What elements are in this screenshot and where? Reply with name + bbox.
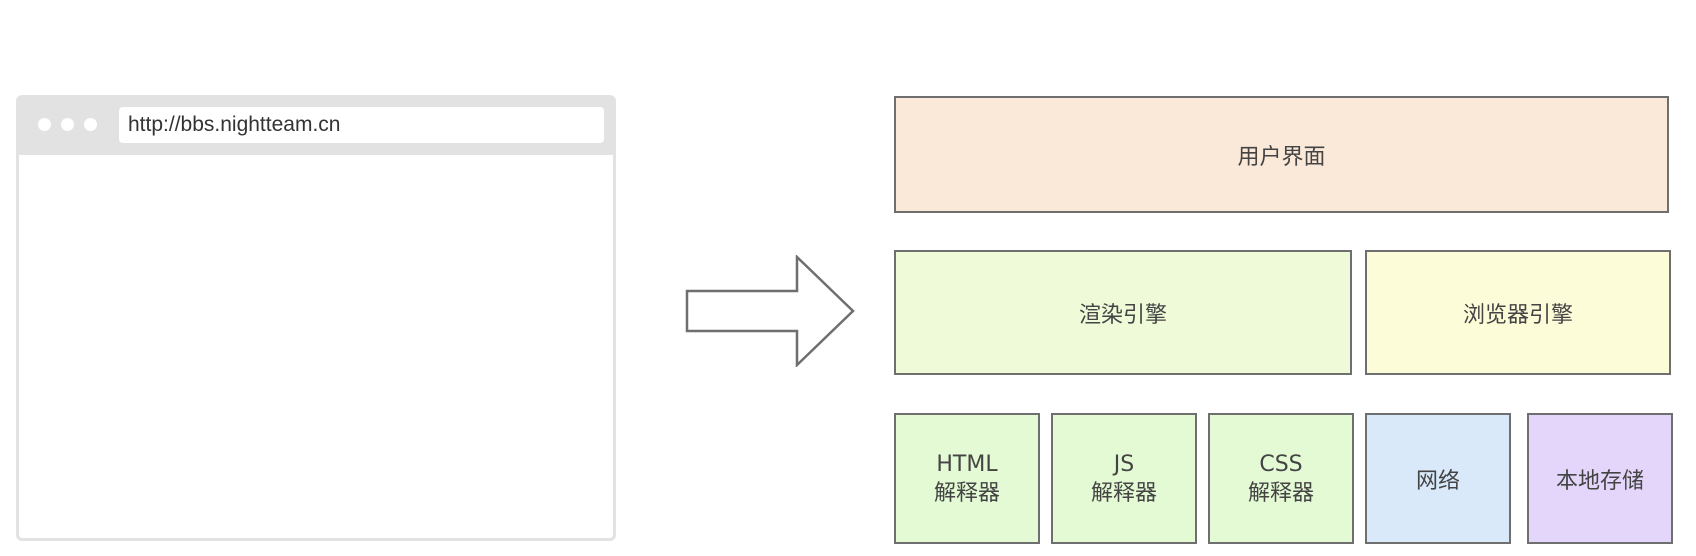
css-interpreter-title: CSS <box>1259 451 1303 477</box>
window-dot-icon <box>61 118 74 131</box>
html-interpreter-box: HTML 解释器 <box>894 413 1040 544</box>
address-bar[interactable]: http://bbs.nightteam.cn <box>119 107 604 143</box>
css-interpreter-subtitle: 解释器 <box>1247 480 1314 506</box>
local-storage-box: 本地存储 <box>1527 413 1673 544</box>
browser-viewport <box>19 155 613 538</box>
window-dot-icon <box>38 118 51 131</box>
rendering-engine-box: 渲染引擎 <box>894 250 1352 375</box>
js-interpreter-subtitle: 解释器 <box>1090 480 1157 506</box>
ui-layer-box: 用户界面 <box>894 96 1669 213</box>
window-dot-icon <box>84 118 97 131</box>
html-interpreter-title: HTML <box>936 451 998 477</box>
ui-layer-label: 用户界面 <box>1237 144 1326 170</box>
css-interpreter-box: CSS 解释器 <box>1208 413 1354 544</box>
js-interpreter-box: JS 解释器 <box>1051 413 1197 544</box>
browser-toolbar: http://bbs.nightteam.cn <box>19 98 613 155</box>
browser-engine-label: 浏览器引擎 <box>1462 302 1573 328</box>
network-label: 网络 <box>1415 468 1460 494</box>
local-storage-label: 本地存储 <box>1555 468 1644 494</box>
browser-engine-box: 浏览器引擎 <box>1365 250 1671 375</box>
html-interpreter-subtitle: 解释器 <box>933 480 1000 506</box>
browser-window: http://bbs.nightteam.cn <box>16 95 616 541</box>
js-interpreter-title: JS <box>1113 451 1135 477</box>
network-box: 网络 <box>1365 413 1511 544</box>
rendering-engine-label: 渲染引擎 <box>1078 302 1167 328</box>
right-arrow-icon <box>685 255 855 367</box>
